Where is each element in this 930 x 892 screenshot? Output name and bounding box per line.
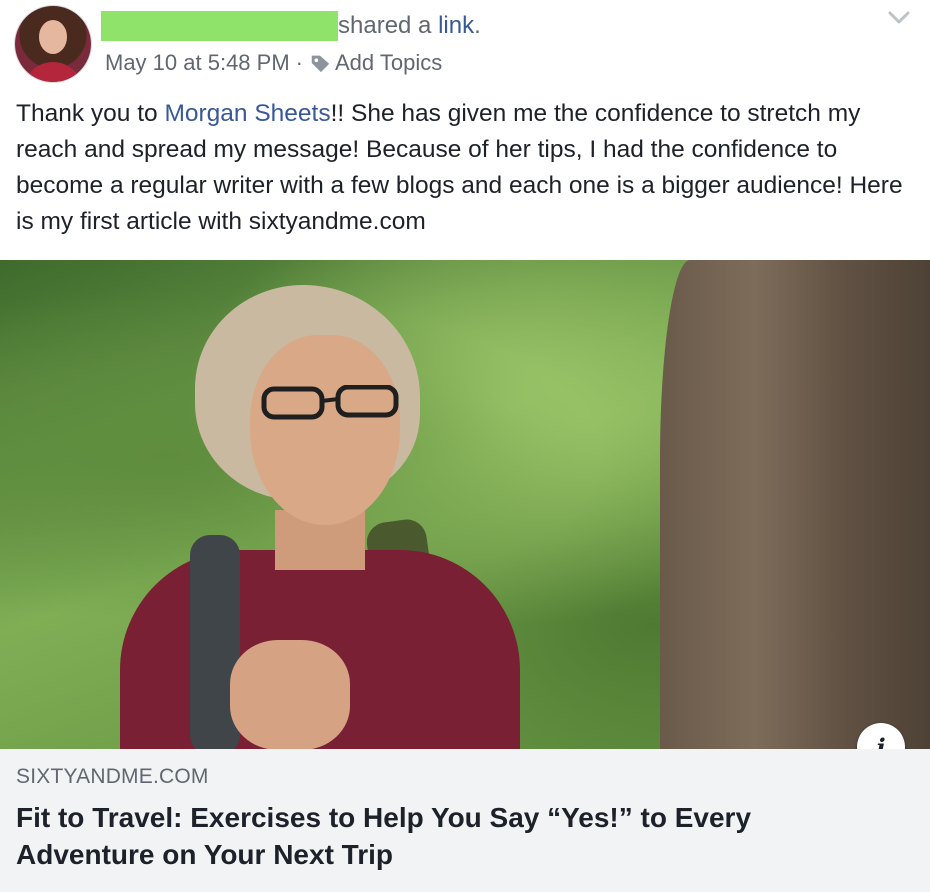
share-action-suffix: .: [474, 12, 481, 39]
post-timestamp[interactable]: May 10 at 5:48 PM: [105, 50, 290, 76]
mention-link[interactable]: Morgan Sheets: [164, 100, 330, 127]
face: [250, 335, 400, 525]
link-title[interactable]: Fit to Travel: Exercises to Help You Say…: [16, 799, 896, 873]
avatar[interactable]: [15, 6, 91, 82]
add-topics-link[interactable]: Add Topics: [335, 50, 442, 76]
hands: [230, 640, 350, 749]
tree-trunk: [660, 260, 930, 749]
post-meta: May 10 at 5:48 PM · Add Topics: [105, 50, 442, 76]
post-text-start: Thank you to: [16, 100, 165, 127]
link-preview-card[interactable]: SIXTYANDME.COM Fit to Travel: Exercises …: [0, 749, 930, 892]
avatar-shirt: [23, 62, 83, 82]
share-action-text: shared a link.: [338, 12, 481, 40]
share-action-prefix: shared a: [338, 12, 439, 39]
link-domain: SIXTYANDME.COM: [16, 765, 209, 788]
meta-separator: ·: [295, 50, 303, 75]
shared-link[interactable]: link: [438, 12, 474, 39]
link-preview-image[interactable]: [0, 260, 930, 749]
avatar-face: [39, 20, 67, 54]
redacted-author-name: [101, 11, 338, 41]
post-message: Thank you to Morgan Sheets!! She has giv…: [16, 96, 911, 240]
hiker-woman-figure: [110, 280, 570, 749]
chevron-down-icon[interactable]: [888, 8, 910, 28]
tag-icon: [311, 55, 330, 73]
post-header: shared a link. May 10 at 5:48 PM · Add T…: [0, 0, 930, 92]
glasses: [261, 385, 399, 420]
